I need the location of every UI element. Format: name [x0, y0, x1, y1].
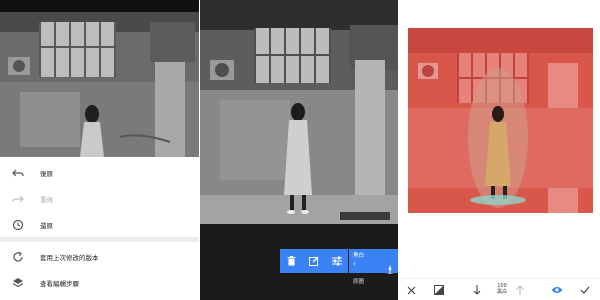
brush-bottom-bar: 100 黑白 — [400, 278, 600, 300]
original-label: 原圖 — [353, 279, 365, 285]
view-edits-item[interactable]: 查看編輯步驟 — [0, 273, 200, 293]
close-icon[interactable] — [404, 283, 418, 297]
filter-name: 黑白 — [353, 253, 365, 259]
apply-last-edits-item[interactable]: 套用上次修改的版本 — [0, 247, 200, 267]
history-screen: 復原 重做 還原 套用上次修改的版本 查看編輯步驟 — [0, 0, 200, 300]
undo-icon — [10, 165, 26, 181]
original-layer[interactable]: 原圖 — [349, 274, 398, 288]
tune-icon[interactable] — [330, 254, 344, 268]
arrow-down-icon[interactable] — [470, 283, 484, 297]
edit-stack-screen: 黑白 ‹ 原圖 — [200, 0, 400, 300]
back-chevron[interactable]: ‹ — [353, 260, 356, 268]
brush-filter-label: 黑白 — [496, 289, 507, 295]
history-menu: 復原 重做 還原 套用上次修改的版本 查看編輯步驟 — [0, 157, 200, 300]
refresh-icon — [10, 249, 26, 265]
undo-item[interactable]: 復原 — [0, 163, 200, 183]
layers-icon — [10, 275, 26, 291]
mask-invert-icon[interactable] — [432, 283, 446, 297]
menu-divider — [0, 237, 200, 242]
arrow-up-icon[interactable] — [513, 283, 527, 297]
masked-photo — [408, 28, 593, 213]
redo-icon — [10, 191, 26, 207]
check-icon[interactable] — [578, 283, 592, 297]
redo-item[interactable]: 重做 — [0, 189, 200, 209]
photo-preview — [0, 12, 200, 157]
filter-stack-card[interactable]: 黑白 ‹ — [349, 249, 398, 275]
apply-last-edits-label: 套用上次修改的版本 — [40, 254, 99, 262]
undo-label: 復原 — [40, 170, 53, 178]
brush-strength-value: 100 黑白 — [491, 283, 513, 295]
brush-mask-screen: 100 黑白 — [400, 0, 600, 300]
status-bar — [0, 0, 200, 12]
stack-toolbar — [280, 249, 348, 273]
revert-item[interactable]: 還原 — [0, 215, 200, 235]
view-edits-label: 查看編輯步驟 — [40, 280, 79, 288]
edit-icon[interactable] — [307, 254, 321, 268]
revert-label: 還原 — [40, 222, 53, 230]
history-icon — [10, 217, 26, 233]
redo-label: 重做 — [40, 196, 53, 204]
eye-icon[interactable] — [550, 283, 564, 297]
photo-preview — [200, 0, 400, 224]
delete-icon[interactable] — [284, 254, 298, 268]
